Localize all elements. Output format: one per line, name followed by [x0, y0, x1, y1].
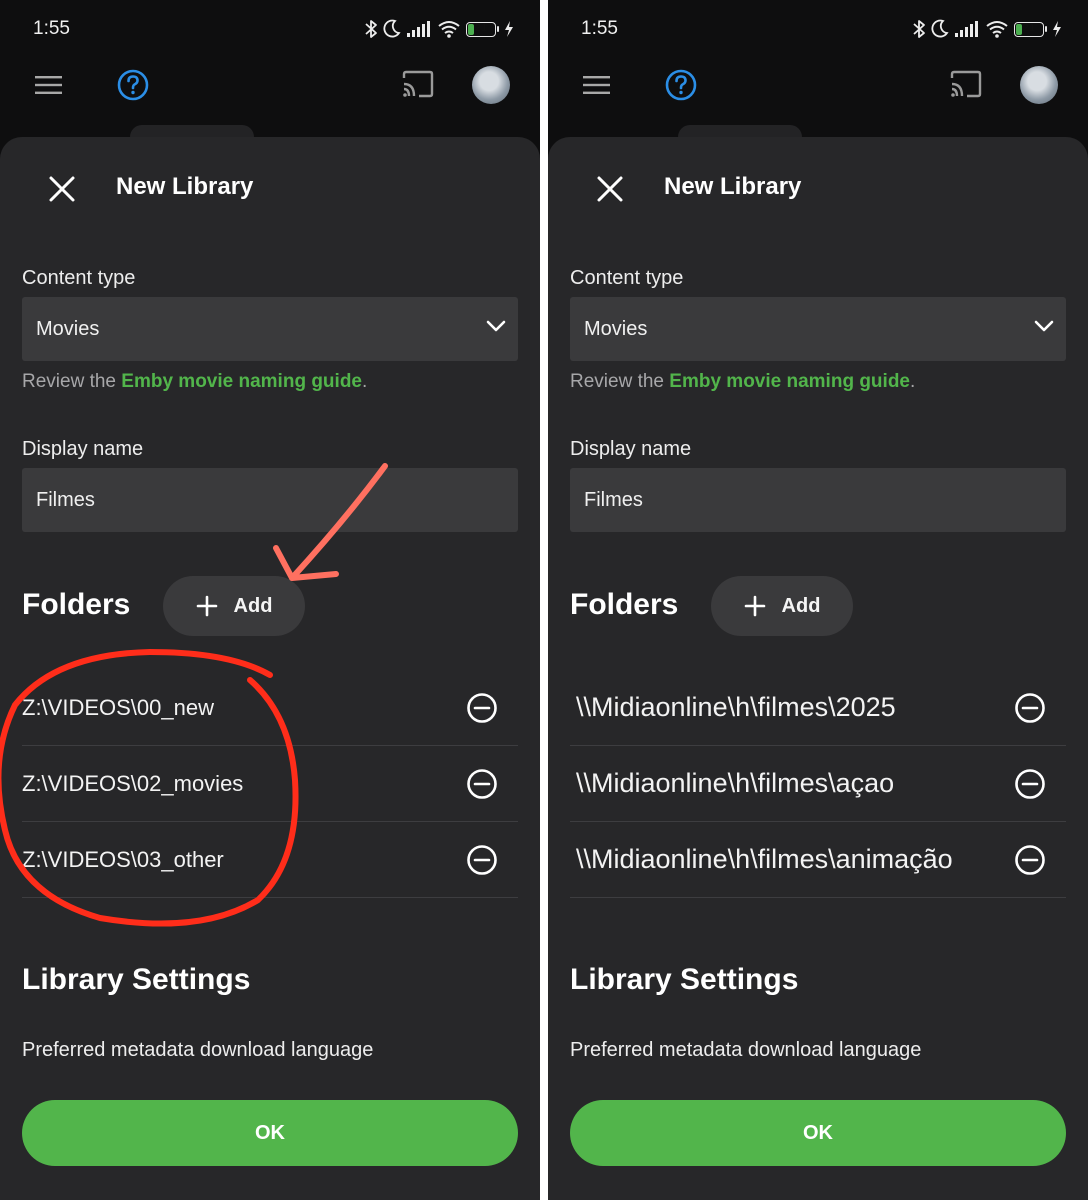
library-settings-title: Library Settings: [22, 963, 251, 996]
remove-circle-icon[interactable]: [1014, 844, 1046, 876]
charging-icon: [505, 21, 513, 37]
app-bar: [0, 58, 540, 114]
sheet-title: New Library: [664, 173, 802, 200]
review-prefix: Review the: [22, 371, 122, 392]
display-name-label: Display name: [570, 438, 692, 460]
display-name-value: Filmes: [36, 488, 95, 511]
battery-indicator: 21: [466, 21, 499, 37]
folder-row: Z:\VIDEOS\03_other: [22, 822, 518, 898]
review-suffix: .: [910, 371, 916, 392]
display-name-input[interactable]: Filmes: [570, 468, 1066, 532]
status-icons: 21: [912, 18, 1062, 40]
folder-list: \\Midiaonline\h\filmes\2025 \\Midiaonlin…: [570, 670, 1066, 898]
folder-row: \\Midiaonline\h\filmes\2025: [570, 670, 1066, 746]
phone-screen-left: 1:55 21 New Library Content type Movies: [0, 0, 540, 1200]
display-name-label: Display name: [22, 438, 144, 460]
folders-title: Folders: [570, 588, 679, 621]
status-time: 1:55: [33, 18, 70, 39]
app-bar: [548, 58, 1088, 114]
close-icon[interactable]: [594, 173, 626, 205]
avatar[interactable]: [1020, 66, 1058, 104]
review-prefix: Review the: [570, 371, 670, 392]
add-folder-label: Add: [781, 594, 821, 617]
add-folder-button[interactable]: Add: [163, 576, 305, 636]
battery-indicator: 21: [1014, 21, 1047, 37]
panel-divider: [540, 0, 548, 1200]
content-type-value: Movies: [584, 317, 648, 340]
naming-guide-help: Review the Emby movie naming guide.: [570, 371, 915, 393]
menu-icon[interactable]: [34, 75, 64, 95]
folder-row: \\Midiaonline\h\filmes\açao: [570, 746, 1066, 822]
sheet-header: New Library: [0, 137, 540, 237]
menu-icon[interactable]: [582, 75, 612, 95]
add-folder-button[interactable]: Add: [711, 576, 853, 636]
add-folder-label: Add: [233, 594, 273, 617]
folder-row: \\Midiaonline\h\filmes\animação: [570, 822, 1066, 898]
phone-screen-right: 1:55 21 New Library Content type Movies: [548, 0, 1088, 1200]
status-time: 1:55: [581, 18, 618, 39]
folder-row: Z:\VIDEOS\02_movies: [22, 746, 518, 822]
sheet-title: New Library: [116, 173, 254, 200]
folders-title: Folders: [22, 588, 131, 621]
ok-button[interactable]: OK: [570, 1100, 1066, 1166]
folder-path: Z:\VIDEOS\03_other: [22, 846, 224, 872]
moon-icon: [383, 19, 401, 38]
cast-icon[interactable]: [401, 70, 435, 98]
display-name-value: Filmes: [584, 488, 643, 511]
content-type-label: Content type: [22, 267, 136, 289]
display-name-input[interactable]: Filmes: [22, 468, 518, 532]
close-icon[interactable]: [46, 173, 78, 205]
remove-circle-icon[interactable]: [1014, 768, 1046, 800]
avatar[interactable]: [472, 66, 510, 104]
new-library-sheet: New Library Content type Movies Review t…: [0, 137, 540, 1200]
folder-list: Z:\VIDEOS\00_new Z:\VIDEOS\02_movies Z:\…: [22, 670, 518, 898]
chevron-down-icon: [1034, 320, 1054, 332]
folder-row: Z:\VIDEOS\00_new: [22, 670, 518, 746]
status-bar: 1:55 21: [0, 0, 540, 58]
plus-icon: [744, 595, 765, 617]
plus-icon: [196, 595, 217, 617]
library-settings-title: Library Settings: [570, 963, 799, 996]
content-type-label: Content type: [570, 267, 684, 289]
metadata-language-label: Preferred metadata download language: [570, 1039, 922, 1061]
battery-level: 21: [1022, 21, 1036, 34]
status-bar: 1:55 21: [548, 0, 1088, 58]
help-icon[interactable]: [116, 68, 150, 102]
ok-label: OK: [803, 1121, 833, 1144]
wifi-icon: [986, 21, 1008, 38]
folder-path: Z:\VIDEOS\00_new: [22, 694, 214, 720]
moon-icon: [931, 19, 949, 38]
ok-button[interactable]: OK: [22, 1100, 518, 1166]
metadata-language-label: Preferred metadata download language: [22, 1039, 374, 1061]
remove-circle-icon[interactable]: [466, 844, 498, 876]
folder-path: Z:\VIDEOS\02_movies: [22, 770, 244, 796]
bluetooth-icon: [913, 20, 925, 38]
folder-path: \\Midiaonline\h\filmes\animação: [576, 844, 953, 874]
signal-icon: [955, 21, 978, 37]
content-type-value: Movies: [36, 317, 100, 340]
bluetooth-icon: [365, 20, 377, 38]
battery-level: 21: [474, 21, 488, 34]
chevron-down-icon: [486, 320, 506, 332]
remove-circle-icon[interactable]: [466, 692, 498, 724]
folder-path: \\Midiaonline\h\filmes\açao: [576, 768, 895, 798]
remove-circle-icon[interactable]: [1014, 692, 1046, 724]
status-icons: 21: [364, 18, 514, 40]
cast-icon[interactable]: [949, 70, 983, 98]
naming-guide-link[interactable]: Emby movie naming guide: [121, 371, 362, 392]
naming-guide-link[interactable]: Emby movie naming guide: [669, 371, 910, 392]
new-library-sheet: New Library Content type Movies Review t…: [548, 137, 1088, 1200]
content-type-select[interactable]: Movies: [570, 297, 1066, 361]
sheet-header: New Library: [548, 137, 1088, 237]
charging-icon: [1053, 21, 1061, 37]
remove-circle-icon[interactable]: [466, 768, 498, 800]
content-type-select[interactable]: Movies: [22, 297, 518, 361]
review-suffix: .: [362, 371, 368, 392]
wifi-icon: [438, 21, 460, 38]
signal-icon: [407, 21, 430, 37]
ok-label: OK: [255, 1121, 285, 1144]
help-icon[interactable]: [664, 68, 698, 102]
folder-path: \\Midiaonline\h\filmes\2025: [576, 692, 896, 722]
naming-guide-help: Review the Emby movie naming guide.: [22, 371, 367, 393]
